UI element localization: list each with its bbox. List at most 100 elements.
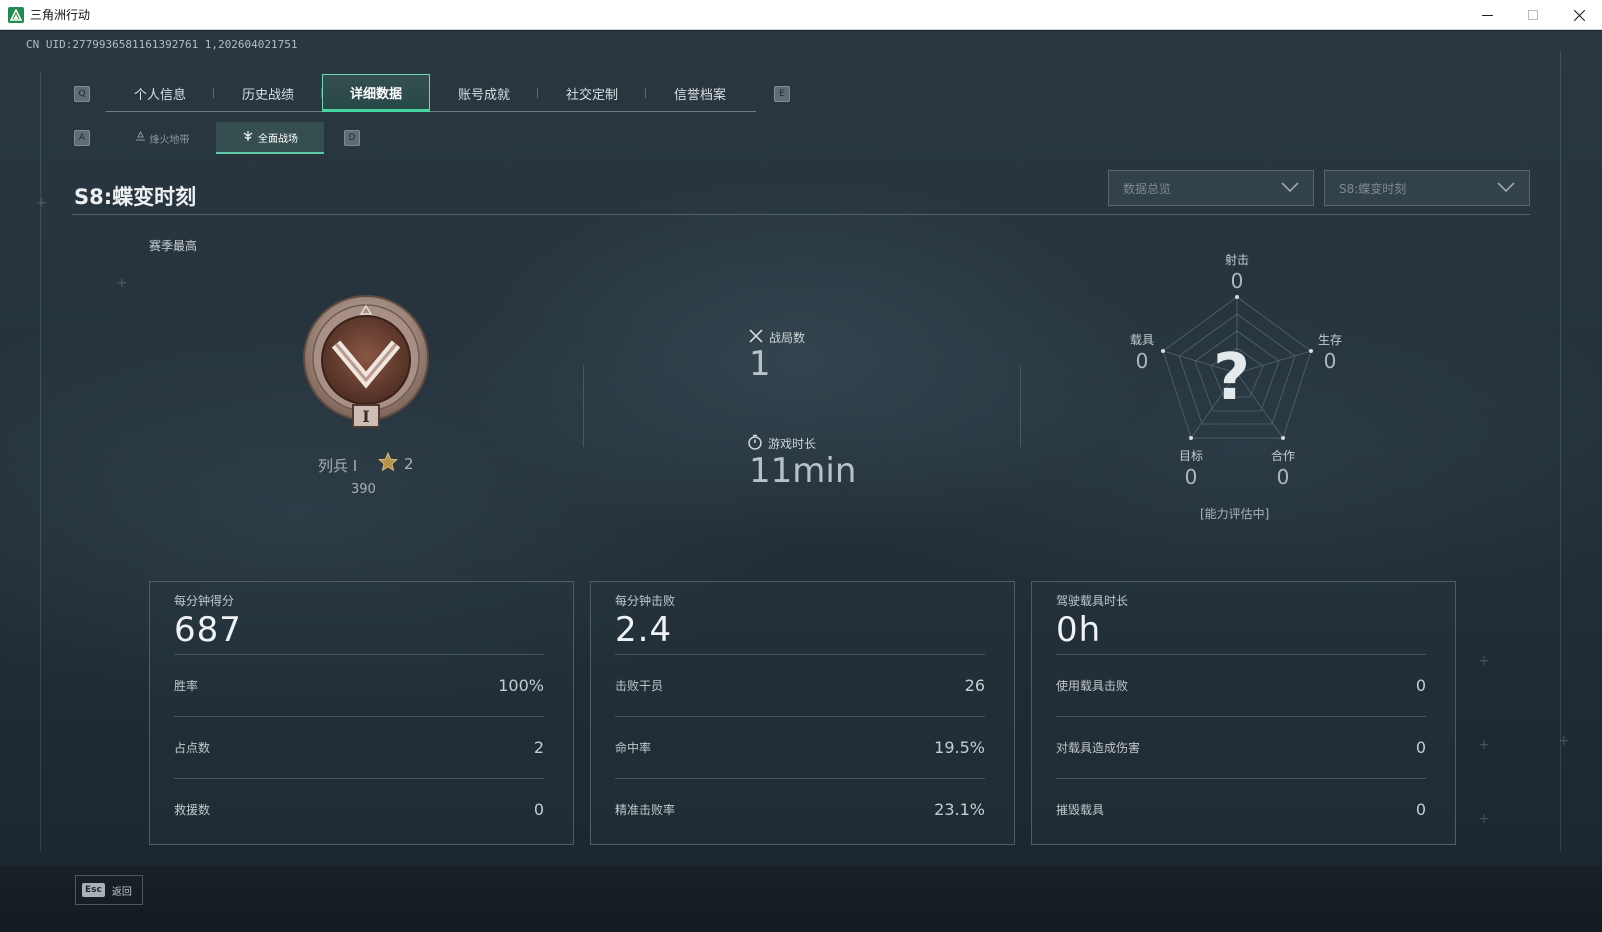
rank-star-count: 2 <box>404 455 414 473</box>
season-title: S8:蝶变时刻 <box>74 185 197 209</box>
cross-decoration: + <box>116 275 128 291</box>
radar-label-teamwork: 合作 <box>1270 449 1295 463</box>
matches-value: 1 <box>749 344 771 384</box>
chevron-down-icon <box>1281 181 1299 196</box>
row-label: 摧毁载具 <box>1056 802 1105 817</box>
row-label: 击败干员 <box>615 678 664 693</box>
row-value: 23.1% <box>934 799 985 819</box>
edge-decoration <box>40 71 41 851</box>
tab-history[interactable]: 历史战绩 <box>214 74 322 112</box>
window-titlebar: 三角洲行动 <box>0 0 1602 30</box>
section-divider <box>1020 365 1021 447</box>
tab-all-out-war-label: 全面战场 <box>258 133 298 145</box>
radar-status: [能力评估中] <box>1200 507 1270 521</box>
cross-decoration: + <box>1478 653 1490 669</box>
score-stats-card: 每分钟得分 687 胜率 100% 占点数 2 救援数 0 <box>149 581 574 845</box>
row-value: 2 <box>533 737 544 757</box>
tab-social[interactable]: 社交定制 <box>538 74 646 112</box>
card-main-value: 687 <box>174 610 242 650</box>
prev-mode-key[interactable]: A <box>74 130 90 146</box>
card-main-value: 2.4 <box>615 610 673 650</box>
card-title: 每分钟得分 <box>174 594 235 608</box>
cross-decoration: + <box>1558 733 1570 749</box>
star-icon <box>377 451 399 476</box>
card-row: 击败干员 26 <box>615 654 985 715</box>
footer-bar <box>0 866 1602 932</box>
matches-label: 战局数 <box>769 331 806 345</box>
window-title: 三角洲行动 <box>30 8 91 22</box>
maximize-icon[interactable] <box>1510 0 1556 30</box>
row-label: 救援数 <box>174 802 211 817</box>
card-row: 使用载具击败 0 <box>1056 654 1426 715</box>
card-row: 对载具造成伤害 0 <box>1056 716 1426 777</box>
season-dropdown[interactable]: S8:蝶变时刻 <box>1324 170 1530 206</box>
season-dropdown-value: S8:蝶变时刻 <box>1339 181 1407 196</box>
minimize-icon[interactable] <box>1464 0 1510 30</box>
playtime-value: 11min <box>749 451 857 491</box>
tab-detailed-data[interactable]: 详细数据 <box>322 74 430 112</box>
row-label: 精准击败率 <box>615 802 676 817</box>
chevron-down-icon <box>1497 181 1515 196</box>
row-value: 0 <box>533 799 544 819</box>
edge-decoration <box>1560 51 1561 851</box>
row-value: 19.5% <box>934 737 985 757</box>
card-title: 每分钟击败 <box>615 594 676 608</box>
cross-decoration: + <box>36 195 48 211</box>
player-uid: CN UID:2779936581161392761 1,20260402175… <box>26 38 298 51</box>
close-icon[interactable] <box>1556 0 1602 30</box>
cross-decoration: + <box>1478 737 1490 753</box>
tab-hazard-zone-label: 烽火地带 <box>149 134 190 146</box>
battlefield-icon <box>242 130 254 145</box>
tab-achievements[interactable]: 账号成就 <box>430 74 538 112</box>
vehicle-stats-card: 驾驶载具时长 0h 使用载具击败 0 对载具造成伤害 0 摧毁载具 0 <box>1031 581 1456 845</box>
radar-value-teamwork: 0 <box>1276 465 1290 489</box>
private-rank-badge-icon: I <box>300 294 432 434</box>
row-label: 占点数 <box>174 740 211 755</box>
row-value: 0 <box>1415 737 1426 757</box>
radar-label-vehicle: 载具 <box>1129 333 1154 347</box>
row-label: 胜率 <box>174 678 199 693</box>
row-value: 0 <box>1415 675 1426 695</box>
tab-all-out-war[interactable]: 全面战场 <box>216 122 324 154</box>
row-value: 26 <box>964 675 985 695</box>
tab-hazard-zone[interactable]: 烽火地带 <box>108 122 216 154</box>
next-mode-key[interactable]: D <box>344 130 360 146</box>
card-title: 驾驶载具时长 <box>1056 594 1129 608</box>
card-row: 救援数 0 <box>174 778 544 839</box>
radar-value-objective: 0 <box>1184 465 1198 489</box>
card-row: 命中率 19.5% <box>615 716 985 777</box>
playtime-label: 游戏时长 <box>768 437 817 451</box>
row-label: 使用载具击败 <box>1056 678 1129 693</box>
card-row: 精准击败率 23.1% <box>615 778 985 839</box>
data-type-dropdown-value: 数据总览 <box>1123 181 1172 196</box>
tab-credit-record[interactable]: 信誉档案 <box>646 74 754 112</box>
data-type-dropdown[interactable]: 数据总览 <box>1108 170 1314 206</box>
row-label: 对载具造成伤害 <box>1056 740 1141 755</box>
row-value: 0 <box>1415 799 1426 819</box>
prev-tab-key[interactable]: Q <box>74 86 90 102</box>
mode-tab-bar: 烽火地带 全面战场 <box>108 122 324 154</box>
main-tab-bar: 个人信息 历史战绩 详细数据 账号成就 社交定制 信誉档案 <box>106 74 756 112</box>
radar-label-survival: 生存 <box>1317 333 1342 347</box>
combat-stats-card: 每分钟击败 2.4 击败干员 26 命中率 19.5% 精准击败率 23.1% <box>590 581 1015 845</box>
row-value: 100% <box>498 675 544 695</box>
app-logo-icon <box>8 6 24 23</box>
season-divider <box>72 214 1530 215</box>
card-main-value: 0h <box>1056 610 1102 650</box>
tab-personal-info[interactable]: 个人信息 <box>106 74 214 112</box>
rank-name: 列兵 I <box>318 457 358 475</box>
esc-key: Esc <box>82 883 105 897</box>
card-row: 摧毁载具 0 <box>1056 778 1426 839</box>
back-button[interactable]: Esc 返回 <box>75 875 143 905</box>
beacon-icon <box>135 130 146 145</box>
card-row: 占点数 2 <box>174 716 544 777</box>
season-best-label: 赛季最高 <box>149 239 198 253</box>
next-tab-key[interactable]: E <box>774 86 790 102</box>
row-label: 命中率 <box>615 740 652 755</box>
game-viewport: + + + + + + CN UID:2779936581161392761 1… <box>0 31 1602 932</box>
radar-label-objective: 目标 <box>1178 449 1203 463</box>
radar-label-shooting: 射击 <box>1224 253 1249 267</box>
cross-decoration: + <box>1478 811 1490 827</box>
radar-center-mark: ? <box>1213 341 1251 415</box>
back-label: 返回 <box>111 886 132 898</box>
